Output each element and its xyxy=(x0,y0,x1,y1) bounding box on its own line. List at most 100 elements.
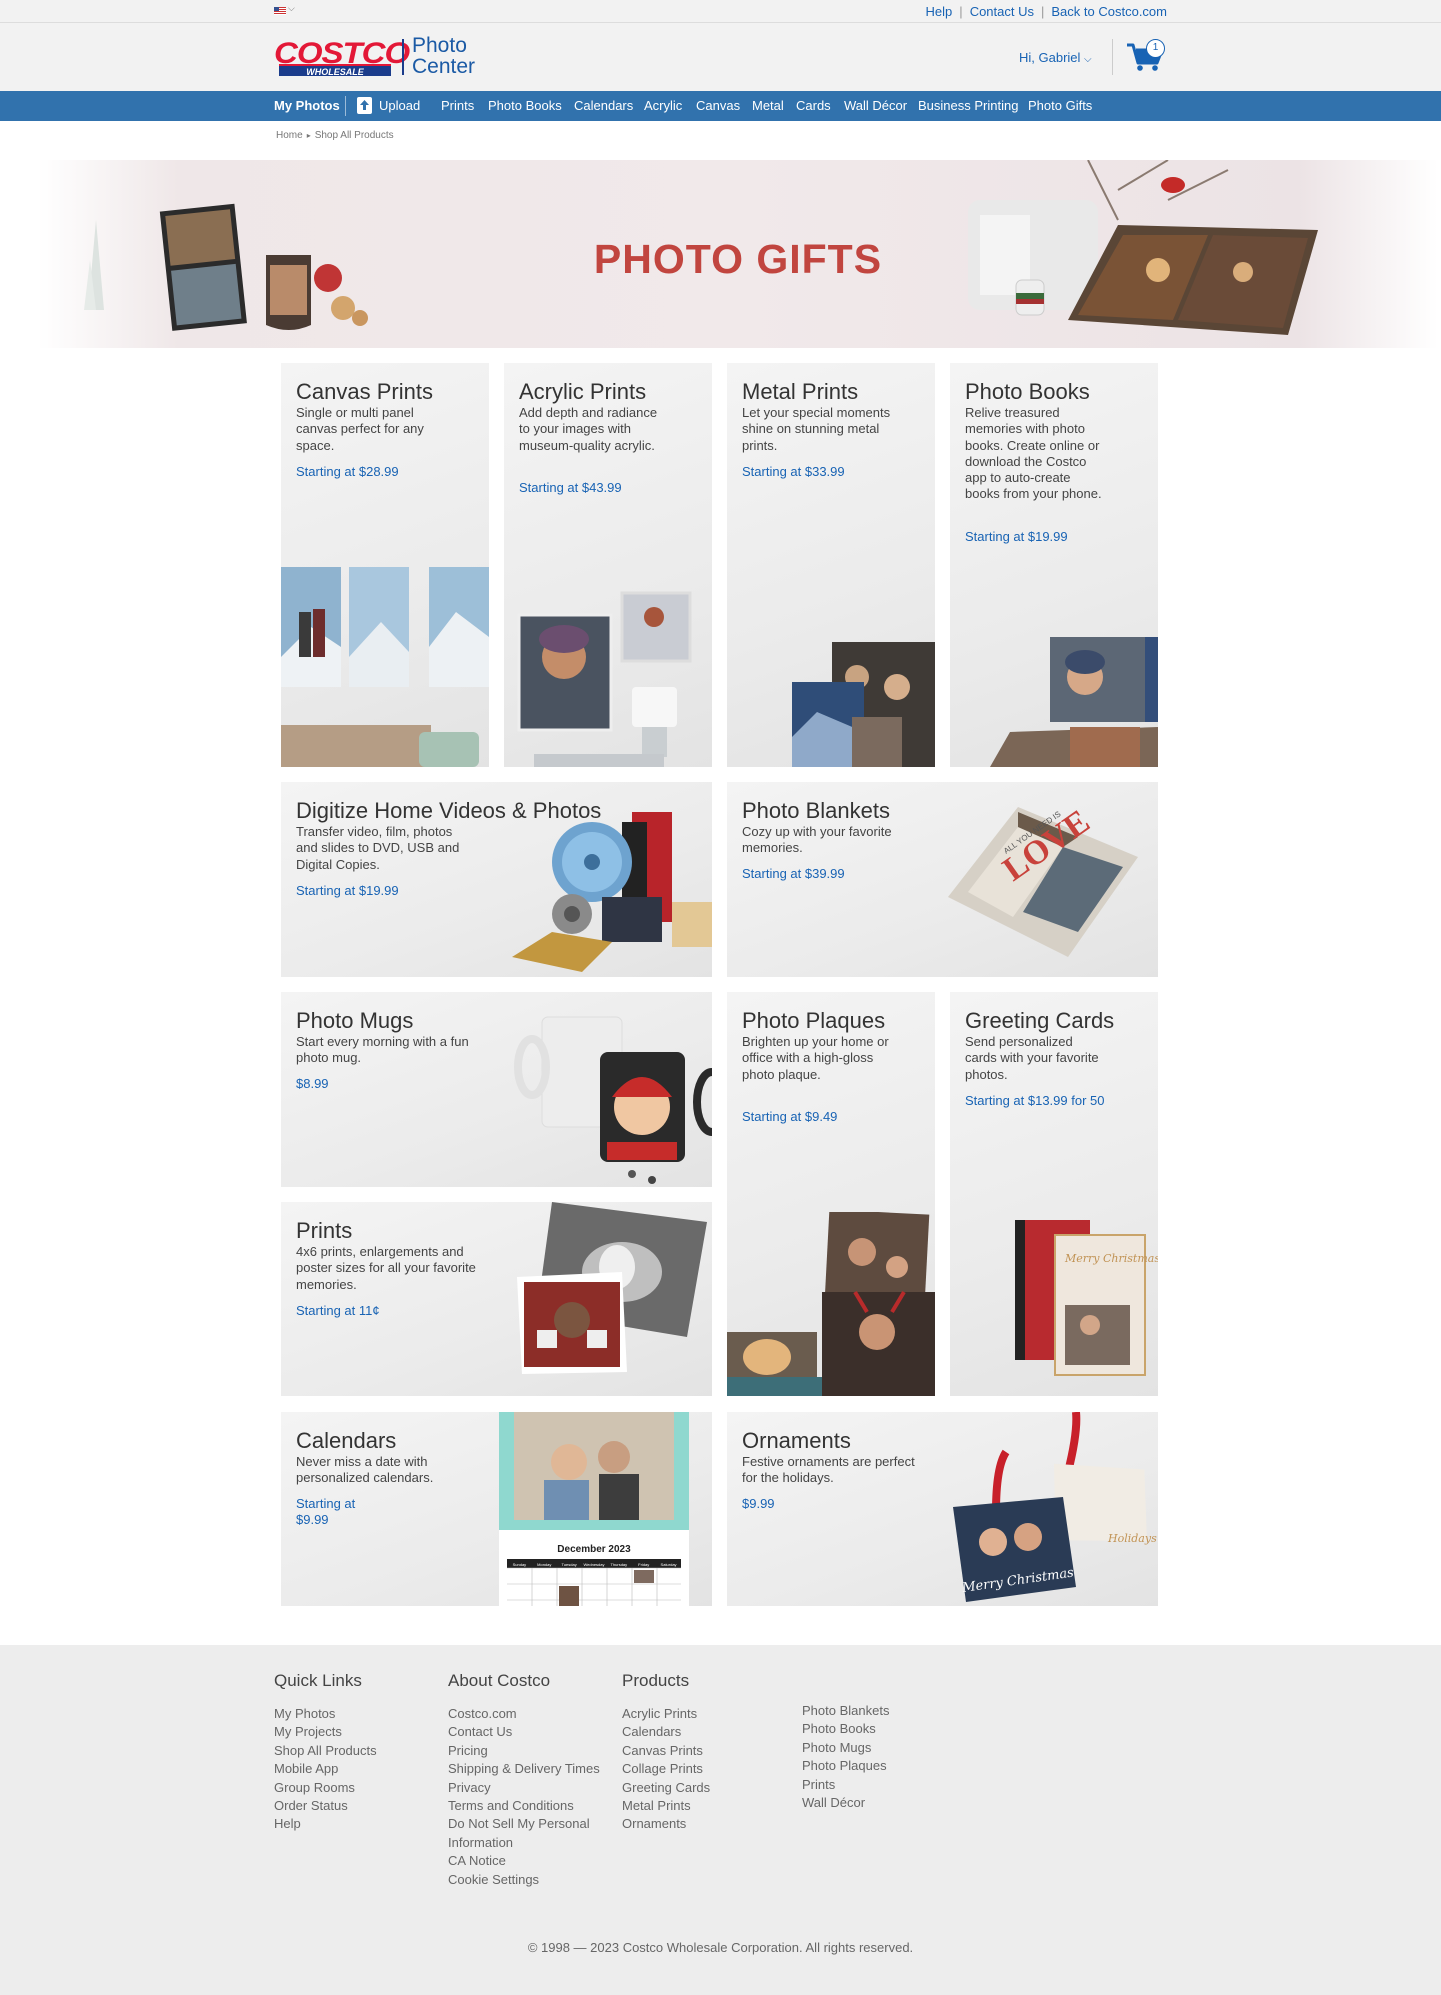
ornament-holidays-text: Holidays xyxy=(1107,1532,1157,1545)
nav-wall-decor[interactable]: Wall Décor xyxy=(844,91,907,121)
tile-price[interactable]: Starting at $28.99 xyxy=(296,464,399,480)
nav-photo-books[interactable]: Photo Books xyxy=(488,91,562,121)
tile-description: Start every morning with a fun photo mug… xyxy=(296,1034,469,1066)
footer-link[interactable]: Greeting Cards xyxy=(622,1779,710,1797)
footer-link[interactable]: Canvas Prints xyxy=(622,1742,710,1760)
nav-my-photos[interactable]: My Photos xyxy=(274,91,340,121)
logo-photo-text: Photo xyxy=(412,34,467,57)
back-to-costco-link[interactable]: Back to Costco.com xyxy=(1051,4,1167,19)
footer-link[interactable]: Ornaments xyxy=(622,1815,710,1833)
digitize-home-videos-tile[interactable]: Digitize Home Videos & Photos Transfer v… xyxy=(281,782,712,977)
help-link[interactable]: Help xyxy=(926,4,953,19)
footer-link[interactable]: Photo Plaques xyxy=(802,1757,889,1775)
nav-acrylic[interactable]: Acrylic xyxy=(644,91,682,121)
tile-description: Transfer video, film, photos and slides … xyxy=(296,824,460,872)
footer-link[interactable]: Calendars xyxy=(622,1723,710,1741)
footer-link[interactable]: Pricing xyxy=(448,1742,613,1760)
cart-count-badge[interactable]: 1 xyxy=(1146,39,1165,58)
footer-link[interactable]: Metal Prints xyxy=(622,1797,710,1815)
footer-link[interactable]: Wall Décor xyxy=(802,1794,889,1812)
tile-title: Ornaments xyxy=(742,1428,851,1453)
breadcrumb-home[interactable]: Home xyxy=(276,130,303,141)
nav-canvas[interactable]: Canvas xyxy=(696,91,740,121)
greeting-cards-image: Merry Christmas xyxy=(1015,1220,1158,1376)
greeting-cards-tile[interactable]: Greeting Cards Send personalized cards w… xyxy=(950,992,1158,1396)
photo-plaques-tile[interactable]: Photo Plaques Brighten up your home or o… xyxy=(727,992,935,1396)
footer-link[interactable]: Photo Mugs xyxy=(802,1739,889,1757)
tile-price[interactable]: Starting at 11¢ xyxy=(296,1303,380,1319)
footer-link[interactable]: Photo Books xyxy=(802,1720,889,1738)
footer-link[interactable]: Acrylic Prints xyxy=(622,1705,710,1723)
nav-photo-gifts[interactable]: Photo Gifts xyxy=(1028,91,1092,121)
greeting-text: Hi, Gabriel xyxy=(1019,50,1081,65)
footer-link[interactable]: My Photos xyxy=(274,1705,377,1723)
footer-heading: Quick Links xyxy=(274,1671,362,1690)
nav-prints[interactable]: Prints xyxy=(441,91,474,121)
tile-price[interactable]: Starting at $19.99 xyxy=(296,883,399,899)
tile-price[interactable]: Starting at $33.99 xyxy=(742,464,845,480)
calendars-tile[interactable]: Calendars Never miss a date with persona… xyxy=(281,1412,712,1606)
footer-link[interactable]: Terms and Conditions xyxy=(448,1797,613,1815)
photo-blanket-image: LOVE ALL YOU NEED IS xyxy=(948,803,1138,957)
tile-description: Brighten up your home or office with a h… xyxy=(742,1034,889,1082)
footer-link[interactable]: Order Status xyxy=(274,1797,377,1815)
costco-logo[interactable]: COSTCO WHOLESALE xyxy=(274,36,410,77)
header-divider xyxy=(1112,39,1113,75)
footer-link[interactable]: My Projects xyxy=(274,1723,377,1741)
nav-cards[interactable]: Cards xyxy=(796,91,831,121)
footer-link[interactable]: Shop All Products xyxy=(274,1742,377,1760)
footer-link[interactable]: Do Not Sell My Personal Information xyxy=(448,1815,613,1852)
tile-price[interactable]: $9.99 xyxy=(742,1496,775,1512)
chevron-right-icon: ▸ xyxy=(306,131,311,140)
footer-link[interactable]: CA Notice xyxy=(448,1852,613,1870)
photo-blankets-tile[interactable]: Photo Blankets Cozy up with your favorit… xyxy=(727,782,1158,977)
footer-link[interactable]: Cookie Settings xyxy=(448,1871,613,1889)
footer-link[interactable]: Costco.com xyxy=(448,1705,613,1723)
tile-price[interactable]: Starting at $9.99 xyxy=(296,1496,376,1528)
tile-price[interactable]: Starting at $9.49 xyxy=(742,1109,837,1125)
nav-business-printing[interactable]: Business Printing xyxy=(918,91,1018,121)
contact-us-link[interactable]: Contact Us xyxy=(970,4,1034,19)
us-flag-icon[interactable] xyxy=(274,7,286,15)
tile-description: Never miss a date with personalized cale… xyxy=(296,1454,434,1486)
photo-mugs-tile[interactable]: Photo Mugs Start every morning with a fu… xyxy=(281,992,712,1187)
nav-calendars[interactable]: Calendars xyxy=(574,91,633,121)
footer-link[interactable]: Photo Blankets xyxy=(802,1702,889,1720)
account-menu[interactable]: Hi, Gabriel ⌵ xyxy=(1019,50,1092,65)
tile-description: Add depth and radiance to your images wi… xyxy=(519,405,658,453)
tile-description: Let your special moments shine on stunni… xyxy=(742,405,891,453)
chevron-down-icon: ⌵ xyxy=(1084,54,1092,65)
breadcrumb-current[interactable]: Shop All Products xyxy=(315,130,394,141)
canvas-prints-image xyxy=(281,567,489,767)
photo-center-logo[interactable]: Photo Center xyxy=(412,35,475,77)
footer-link-list: Costco.com Contact Us Pricing Shipping & De… xyxy=(448,1705,613,1889)
footer-quick-links: Quick Links My Photos My Projects Shop All… xyxy=(274,1671,377,1834)
footer-link[interactable]: Collage Prints xyxy=(622,1760,710,1778)
tile-price[interactable]: $8.99 xyxy=(296,1076,329,1092)
tile-price[interactable]: Starting at $13.99 for 50 xyxy=(965,1093,1104,1109)
metal-prints-tile[interactable]: Metal Prints Let your special moments sh… xyxy=(727,363,935,767)
tile-price[interactable]: Starting at $43.99 xyxy=(519,480,622,496)
footer-link[interactable]: Help xyxy=(274,1815,377,1833)
footer-link[interactable]: Group Rooms xyxy=(274,1779,377,1797)
nav-metal[interactable]: Metal xyxy=(752,91,784,121)
photo-books-image xyxy=(990,637,1158,767)
prints-tile[interactable]: Prints 4x6 prints, enlargements and post… xyxy=(281,1202,712,1396)
breadcrumb: Home ▸ Shop All Products xyxy=(276,130,394,141)
photo-books-tile[interactable]: Photo Books Relive treasured memories wi… xyxy=(950,363,1158,767)
acrylic-prints-tile[interactable]: Acrylic Prints Add depth and radiance to… xyxy=(504,363,712,767)
logo-wholesale-text: WHOLESALE xyxy=(279,64,391,77)
footer-link[interactable]: Contact Us xyxy=(448,1723,613,1741)
card-merry-christmas-text: Merry Christmas xyxy=(1064,1252,1158,1265)
footer-link[interactable]: Mobile App xyxy=(274,1760,377,1778)
chevron-down-icon[interactable]: ⌵ xyxy=(288,3,295,14)
calendar-month-text: December 2023 xyxy=(557,1544,631,1555)
footer-link[interactable]: Shipping & Delivery Times xyxy=(448,1760,613,1778)
tile-price[interactable]: Starting at $39.99 xyxy=(742,866,845,882)
footer-link[interactable]: Privacy xyxy=(448,1779,613,1797)
tile-description: Relive treasured memories with photo boo… xyxy=(965,405,1102,502)
tile-price[interactable]: Starting at $19.99 xyxy=(965,529,1068,545)
footer-link[interactable]: Prints xyxy=(802,1776,889,1794)
canvas-prints-tile[interactable]: Canvas Prints Single or multi panel canv… xyxy=(281,363,489,767)
ornaments-tile[interactable]: Ornaments Festive ornaments are perfect … xyxy=(727,1412,1158,1606)
